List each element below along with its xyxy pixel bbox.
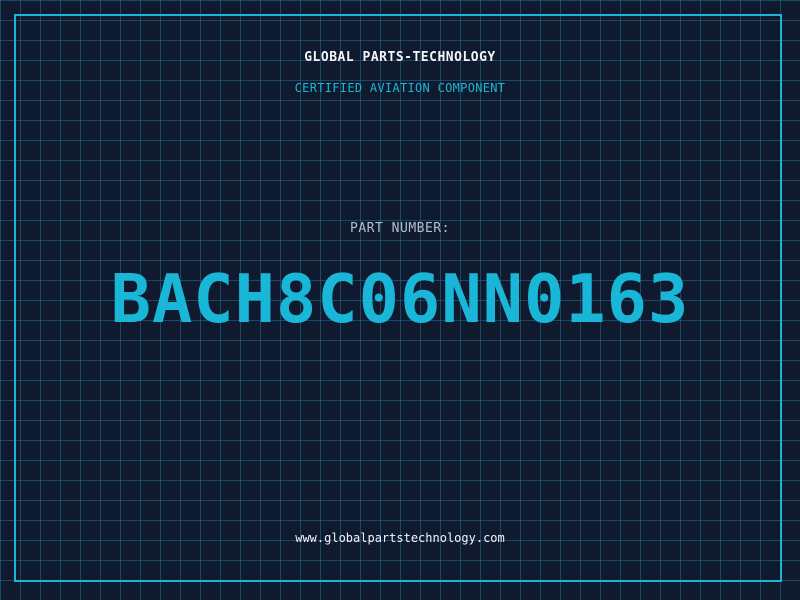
brand-title: GLOBAL PARTS-TECHNOLOGY — [304, 50, 496, 65]
part-number-label: PART NUMBER: — [350, 221, 450, 236]
website-url: www.globalpartstechnology.com — [295, 531, 505, 545]
label-card: GLOBAL PARTS-TECHNOLOGY CERTIFIED AVIATI… — [0, 0, 800, 600]
brand-tagline: CERTIFIED AVIATION COMPONENT — [294, 81, 506, 95]
part-number-value: BACH8C06NN0163 — [110, 260, 690, 338]
